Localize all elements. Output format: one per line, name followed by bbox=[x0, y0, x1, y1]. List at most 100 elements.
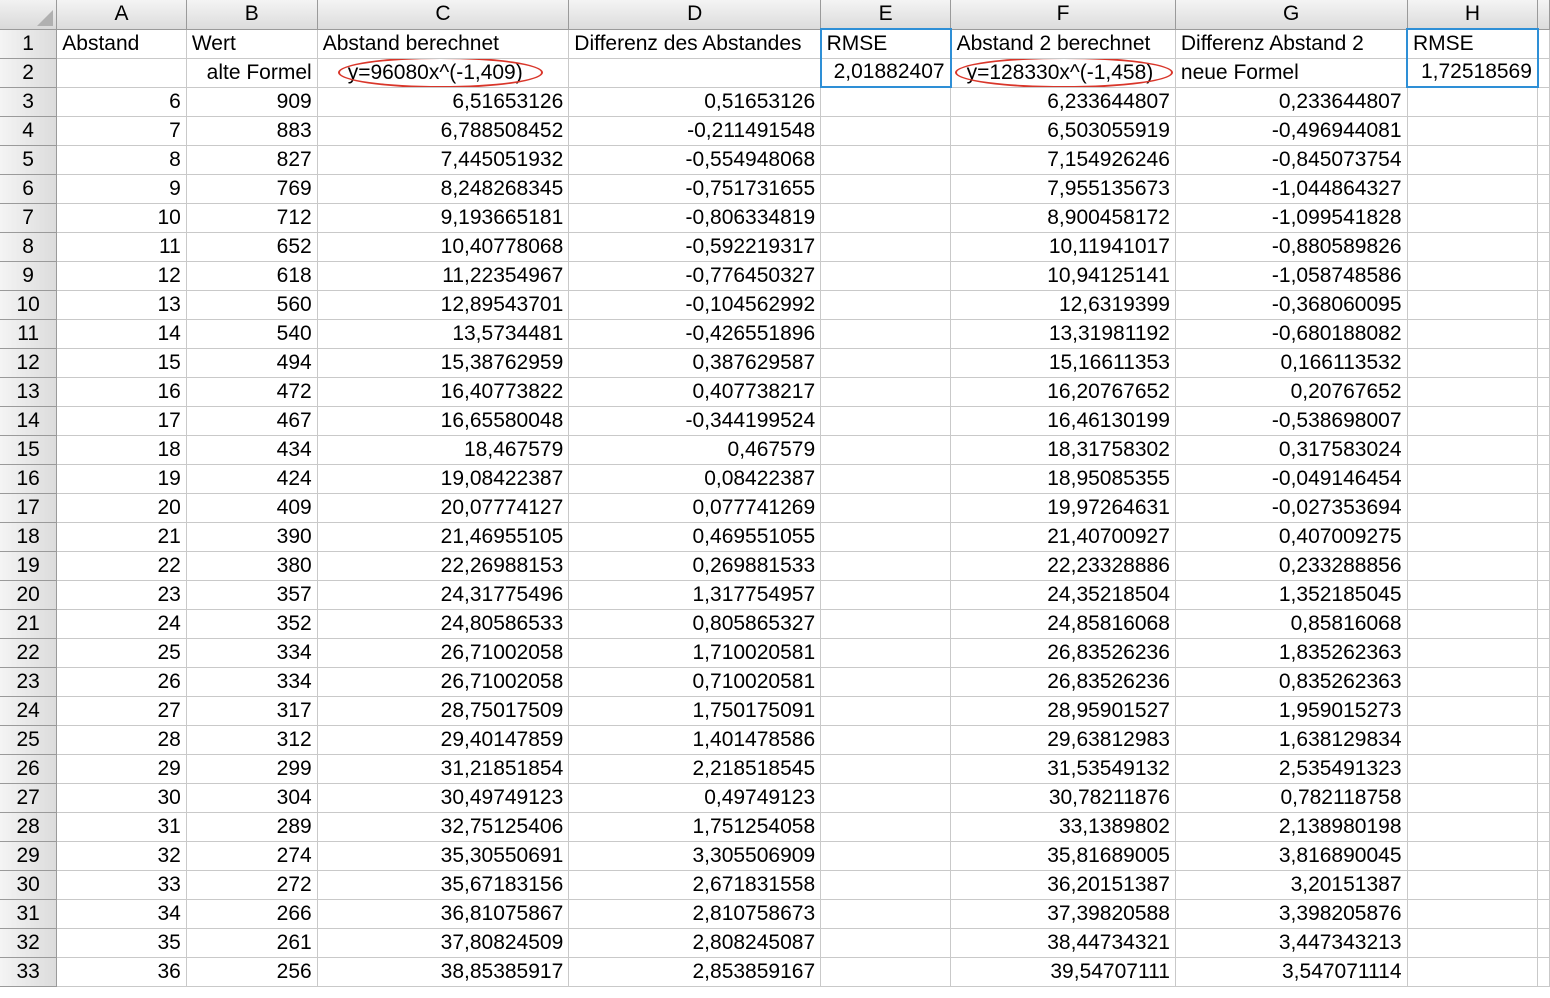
cell-e[interactable] bbox=[820, 290, 952, 320]
select-all-corner[interactable] bbox=[0, 0, 58, 30]
cell-f[interactable]: 37,39820588 bbox=[950, 899, 1176, 929]
cell-f[interactable]: 24,35218504 bbox=[950, 580, 1176, 610]
cell-f[interactable]: 12,6319399 bbox=[950, 290, 1176, 320]
cell-e[interactable] bbox=[820, 232, 952, 262]
cell-f[interactable]: 33,1389802 bbox=[950, 812, 1176, 842]
cell-h[interactable] bbox=[1407, 928, 1539, 958]
cell-h[interactable] bbox=[1407, 116, 1539, 146]
cell-h2-rmse-new[interactable]: 1,72518569 bbox=[1406, 58, 1539, 88]
cell-i[interactable] bbox=[1537, 667, 1550, 697]
cell-c[interactable]: 9,193665181 bbox=[317, 203, 570, 233]
column-header-d[interactable]: D bbox=[568, 0, 822, 30]
cell-d[interactable]: 0,469551055 bbox=[568, 522, 822, 552]
cell-b[interactable]: 618 bbox=[186, 261, 318, 291]
cell-g[interactable]: 0,20767652 bbox=[1175, 377, 1408, 407]
cell-c[interactable]: 7,445051932 bbox=[317, 145, 570, 175]
cell-i[interactable] bbox=[1537, 261, 1550, 291]
cell-a[interactable]: 11 bbox=[56, 232, 187, 262]
cell-b[interactable]: 317 bbox=[186, 696, 318, 726]
cell-c[interactable]: 28,75017509 bbox=[317, 696, 570, 726]
cell-g[interactable]: -0,027353694 bbox=[1175, 493, 1408, 523]
cell-b[interactable]: 272 bbox=[186, 870, 318, 900]
cell-c[interactable]: 35,30550691 bbox=[317, 841, 570, 871]
column-header-a[interactable]: A bbox=[56, 0, 187, 30]
cell-g[interactable]: 1,638129834 bbox=[1175, 725, 1408, 755]
column-header-h[interactable]: H bbox=[1407, 0, 1539, 30]
cell-d[interactable]: -0,806334819 bbox=[568, 203, 822, 233]
cell-g[interactable]: 2,535491323 bbox=[1175, 754, 1408, 784]
cell-h[interactable] bbox=[1407, 435, 1539, 465]
cell-h[interactable] bbox=[1407, 377, 1539, 407]
row-header[interactable]: 17 bbox=[0, 493, 58, 523]
cell-c1[interactable]: Abstand berechnet bbox=[317, 29, 570, 59]
cell-c[interactable]: 12,89543701 bbox=[317, 290, 570, 320]
cell-d2[interactable] bbox=[568, 58, 822, 88]
cell-e[interactable] bbox=[820, 609, 952, 639]
cell-f[interactable]: 22,23328886 bbox=[950, 551, 1176, 581]
cell-e[interactable] bbox=[820, 377, 952, 407]
cell-d[interactable]: 1,751254058 bbox=[568, 812, 822, 842]
cell-g[interactable]: 3,547071114 bbox=[1175, 957, 1408, 987]
column-header-e[interactable]: E bbox=[820, 0, 952, 30]
cell-b[interactable]: 494 bbox=[186, 348, 318, 378]
cell-e[interactable] bbox=[820, 406, 952, 436]
cell-d[interactable]: -0,426551896 bbox=[568, 319, 822, 349]
cell-g[interactable]: -0,049146454 bbox=[1175, 464, 1408, 494]
cell-d[interactable]: 1,401478586 bbox=[568, 725, 822, 755]
cell-b[interactable]: 434 bbox=[186, 435, 318, 465]
cell-c[interactable]: 32,75125406 bbox=[317, 812, 570, 842]
cell-a[interactable]: 9 bbox=[56, 174, 187, 204]
cell-h[interactable] bbox=[1407, 812, 1539, 842]
cell-a[interactable]: 30 bbox=[56, 783, 187, 813]
cell-d[interactable]: 0,805865327 bbox=[568, 609, 822, 639]
column-header-f[interactable]: F bbox=[950, 0, 1176, 30]
cell-g[interactable]: 0,317583024 bbox=[1175, 435, 1408, 465]
row-header[interactable]: 11 bbox=[0, 319, 58, 349]
cell-a[interactable]: 27 bbox=[56, 696, 187, 726]
cell-g[interactable]: -0,845073754 bbox=[1175, 145, 1408, 175]
cell-c[interactable]: 21,46955105 bbox=[317, 522, 570, 552]
cell-a[interactable]: 28 bbox=[56, 725, 187, 755]
cell-h[interactable] bbox=[1407, 551, 1539, 581]
cell-c[interactable]: 13,5734481 bbox=[317, 319, 570, 349]
cell-c[interactable]: 31,21851854 bbox=[317, 754, 570, 784]
cell-a[interactable]: 26 bbox=[56, 667, 187, 697]
cell-d[interactable]: 1,750175091 bbox=[568, 696, 822, 726]
cell-a[interactable]: 25 bbox=[56, 638, 187, 668]
cell-b[interactable]: 712 bbox=[186, 203, 318, 233]
cell-a[interactable]: 20 bbox=[56, 493, 187, 523]
cell-f[interactable]: 35,81689005 bbox=[950, 841, 1176, 871]
cell-b2-old-formula-label[interactable]: alte Formel bbox=[186, 58, 318, 88]
row-header[interactable]: 19 bbox=[0, 551, 58, 581]
cell-f[interactable]: 38,44734321 bbox=[950, 928, 1176, 958]
cell-f[interactable]: 36,20151387 bbox=[950, 870, 1176, 900]
cell-d[interactable]: 1,710020581 bbox=[568, 638, 822, 668]
cell-d[interactable]: -0,554948068 bbox=[568, 145, 822, 175]
cell-g1[interactable]: Differenz Abstand 2 bbox=[1175, 29, 1408, 59]
cell-f[interactable]: 21,40700927 bbox=[950, 522, 1176, 552]
cell-e[interactable] bbox=[820, 261, 952, 291]
cell-f[interactable]: 24,85816068 bbox=[950, 609, 1176, 639]
cell-e[interactable] bbox=[820, 145, 952, 175]
cell-a[interactable]: 14 bbox=[56, 319, 187, 349]
cell-b[interactable]: 560 bbox=[186, 290, 318, 320]
row-header[interactable]: 33 bbox=[0, 957, 58, 987]
row-header[interactable]: 5 bbox=[0, 145, 58, 175]
cell-i[interactable] bbox=[1537, 377, 1550, 407]
cell-b[interactable]: 289 bbox=[186, 812, 318, 842]
cell-h[interactable] bbox=[1407, 493, 1539, 523]
cell-h[interactable] bbox=[1407, 899, 1539, 929]
row-header[interactable]: 25 bbox=[0, 725, 58, 755]
cell-h[interactable] bbox=[1407, 203, 1539, 233]
row-header[interactable]: 31 bbox=[0, 899, 58, 929]
cell-d[interactable]: 0,387629587 bbox=[568, 348, 822, 378]
cell-c[interactable]: 26,71002058 bbox=[317, 667, 570, 697]
row-header[interactable]: 32 bbox=[0, 928, 58, 958]
column-header-g[interactable]: G bbox=[1175, 0, 1408, 30]
cell-f[interactable]: 16,46130199 bbox=[950, 406, 1176, 436]
cell-i[interactable] bbox=[1537, 464, 1550, 494]
cell-e[interactable] bbox=[820, 348, 952, 378]
cell-i[interactable] bbox=[1537, 348, 1550, 378]
cell-a[interactable]: 18 bbox=[56, 435, 187, 465]
cell-a[interactable]: 24 bbox=[56, 609, 187, 639]
